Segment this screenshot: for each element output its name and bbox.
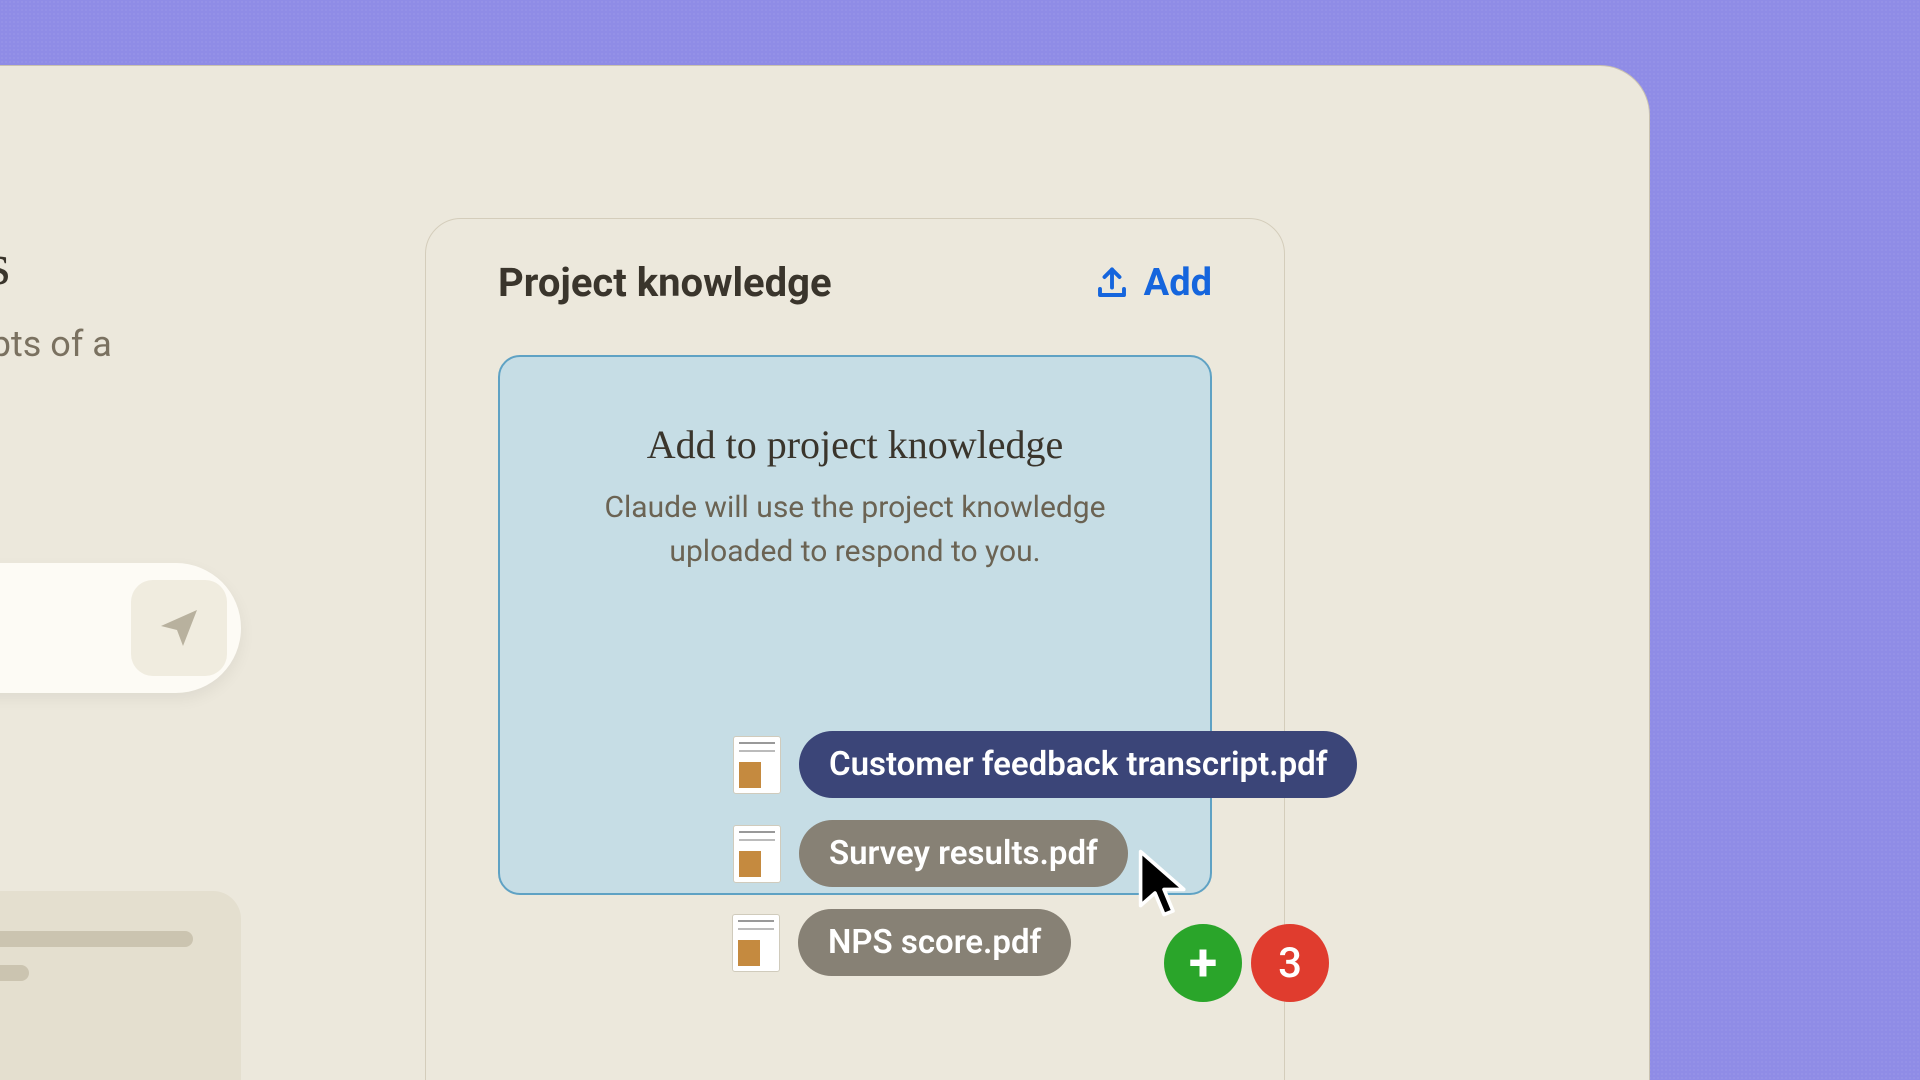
app-window: Customer Call Transcripts This project c… [0,65,1650,1080]
add-knowledge-button[interactable]: Add [1094,261,1212,305]
page-description: This project contains the call transcrip… [0,321,112,415]
plus-icon: + [1189,937,1217,989]
upload-icon [1094,265,1130,301]
page-description-line: This project contains the call transcrip… [0,323,112,365]
dropzone-description: Claude will use the project knowledge up… [500,486,1210,573]
history-placeholder-line [0,965,29,981]
send-icon [155,604,203,652]
document-icon [733,825,781,883]
add-knowledge-label: Add [1144,261,1212,305]
dragged-file[interactable]: Customer feedback transcript.pdf [733,731,1357,798]
dropzone-description-line: Claude will use the project knowledge [604,490,1105,525]
dragged-file-name: NPS score.pdf [798,909,1071,976]
message-input[interactable] [0,606,111,650]
document-icon [733,736,781,794]
drag-count-badge: 3 [1251,924,1329,1002]
page-title: Customer Call Transcripts [0,231,10,298]
dropzone-description-line: uploaded to respond to you. [669,534,1040,569]
history-card[interactable]: Liana Ahsam [0,891,241,1080]
knowledge-panel-title: Project knowledge [498,259,832,306]
dragged-file-name: Customer feedback transcript.pdf [799,731,1357,798]
send-button[interactable] [131,580,227,676]
dragged-file[interactable]: NPS score.pdf [732,909,1071,976]
dropzone-title: Add to project knowledge [500,421,1210,468]
history-placeholder-line [0,931,193,947]
history-author: Liana Ahsam [0,1037,193,1077]
message-composer [0,563,241,693]
knowledge-dropzone[interactable]: Add to project knowledge Claude will use… [498,355,1212,895]
dragged-file-name: Survey results.pdf [799,820,1128,887]
document-icon [732,914,780,972]
dragged-file[interactable]: Survey results.pdf [733,820,1128,887]
drag-add-badge: + [1164,924,1242,1002]
